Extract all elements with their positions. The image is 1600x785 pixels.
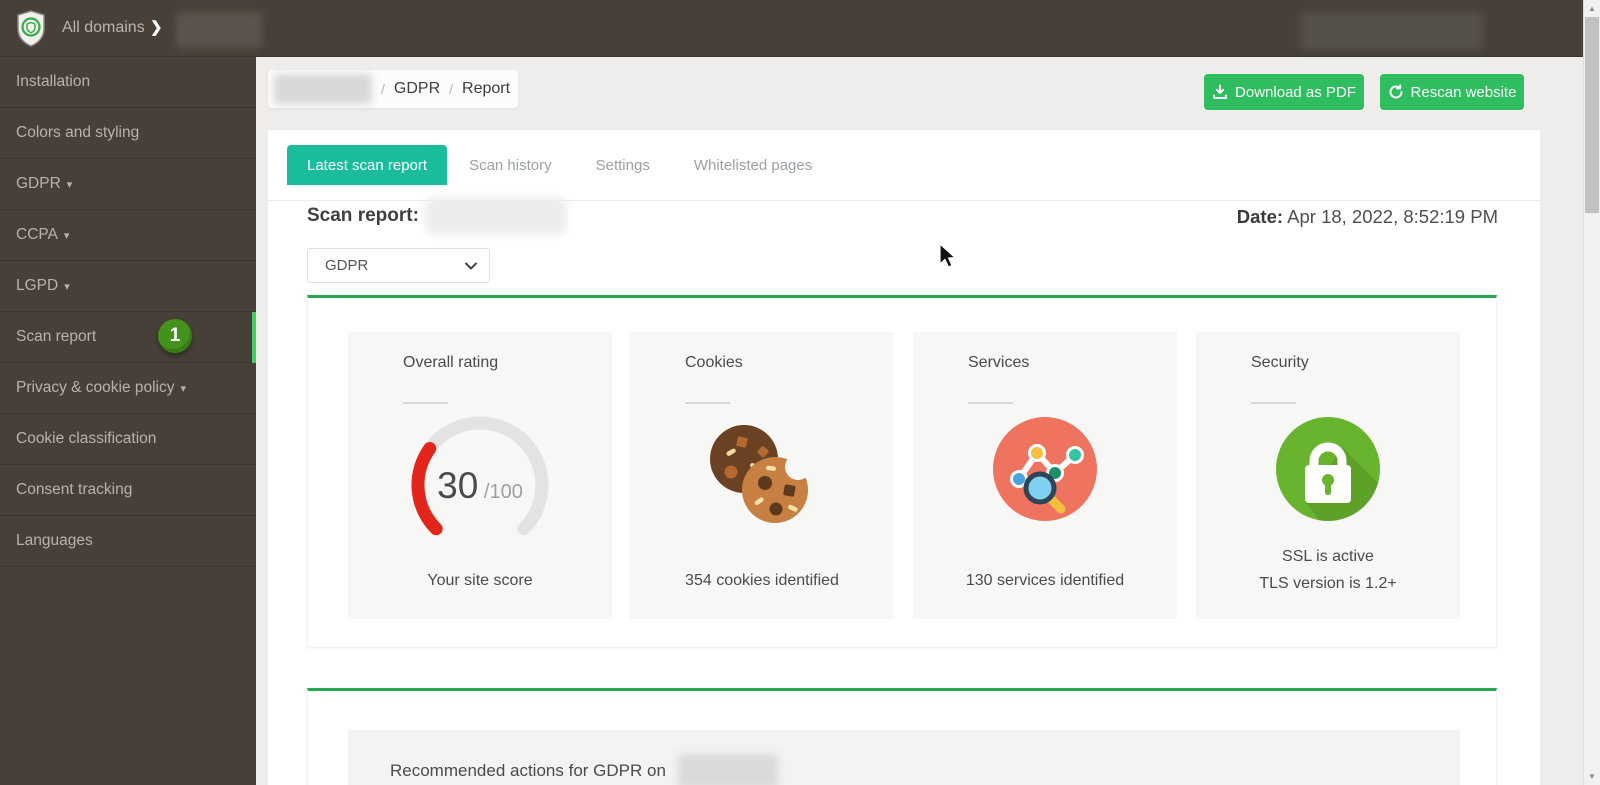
chevron-down-icon xyxy=(465,262,477,270)
breadcrumb-gdpr[interactable]: GDPR xyxy=(394,80,440,98)
annotation-badge-1: 1 xyxy=(158,319,192,353)
tab-settings[interactable]: Settings xyxy=(574,145,672,185)
app-screen: All domains ❯ Installation Colors and st… xyxy=(0,0,1600,785)
score-max: /100 xyxy=(478,481,522,503)
tab-bar: Latest scan report Scan history Settings… xyxy=(287,145,1540,185)
refresh-icon xyxy=(1389,84,1403,99)
redacted-account-menu[interactable] xyxy=(1300,12,1483,50)
card-title: Services xyxy=(968,354,1030,371)
svg-text:30 /100: 30 /100 xyxy=(437,465,523,506)
breadcrumb-separator: / xyxy=(381,81,385,97)
scroll-up-arrow-icon[interactable]: ▲ xyxy=(1584,0,1600,17)
divider xyxy=(1251,402,1296,404)
score-gauge: 30 /100 xyxy=(411,416,549,536)
all-domains-link[interactable]: All domains xyxy=(62,19,145,37)
card-title: Security xyxy=(1251,354,1309,371)
recommended-actions-title: Recommended actions for GDPR on xyxy=(390,754,778,785)
scrollbar-thumb[interactable] xyxy=(1585,17,1599,213)
breadcrumb-separator: / xyxy=(449,81,454,97)
services-icon xyxy=(993,417,1097,521)
caret-down-icon: ▾ xyxy=(180,382,187,395)
download-pdf-button[interactable]: Download as PDF xyxy=(1204,74,1364,110)
sidebar-item-installation[interactable]: Installation xyxy=(0,57,256,108)
sidebar-item-privacy-cookie-policy[interactable]: Privacy & cookie policy ▾ xyxy=(0,363,256,414)
page-title: Scan report: xyxy=(307,205,419,226)
sidebar-item-gdpr[interactable]: GDPR ▾ xyxy=(0,159,256,210)
caret-down-icon: ▾ xyxy=(66,178,73,191)
redacted-domain-name xyxy=(677,754,778,785)
date-label: Date: xyxy=(1236,206,1284,227)
security-card: Security SSL is active TLS version is 1.… xyxy=(1196,332,1460,619)
scan-date: Date: Apr 18, 2022, 8:52:19 PM xyxy=(1236,206,1498,227)
redacted-site-name xyxy=(426,198,566,234)
card-title: Overall rating xyxy=(403,354,499,371)
overall-rating-card: Overall rating 30 /100 Your site score xyxy=(348,332,612,619)
shield-logo-icon xyxy=(17,10,45,47)
sidebar: Installation Colors and styling GDPR ▾ CC… xyxy=(0,57,256,785)
sidebar-item-consent-tracking[interactable]: Consent tracking xyxy=(0,465,256,516)
chevron-right-icon: ❯ xyxy=(150,19,163,36)
card-caption: 130 services identified xyxy=(965,572,1125,589)
divider xyxy=(685,402,730,404)
sidebar-item-colors-and-styling[interactable]: Colors and styling xyxy=(0,108,256,159)
score-value: 30 xyxy=(437,465,478,506)
report-container: Latest scan report Scan history Settings… xyxy=(268,130,1540,785)
sidebar-item-scan-report[interactable]: Scan report 1 xyxy=(0,312,256,363)
sidebar-item-languages[interactable]: Languages xyxy=(0,516,256,567)
redacted-breadcrumb-domain xyxy=(274,74,372,104)
download-icon xyxy=(1213,84,1228,99)
breadcrumb-report[interactable]: Report xyxy=(462,80,510,98)
topbar: All domains ❯ xyxy=(0,0,1583,57)
browser-scrollbar[interactable]: ▲ ▼ xyxy=(1583,0,1600,785)
tab-latest-scan-report[interactable]: Latest scan report xyxy=(287,145,448,185)
cookies-card: Cookies 354 cookies identified xyxy=(630,332,894,619)
card-caption: 354 cookies identified xyxy=(685,572,839,589)
card-caption: Your site score xyxy=(427,572,533,589)
divider xyxy=(403,402,448,404)
caret-down-icon: ▾ xyxy=(64,280,70,293)
ssl-lock-icon xyxy=(1276,417,1380,521)
rescan-website-button[interactable]: Rescan website xyxy=(1380,74,1524,110)
scan-summary-panel: Overall rating 30 /100 Your site score C… xyxy=(307,295,1497,648)
divider xyxy=(968,402,1013,404)
law-select[interactable]: GDPR xyxy=(307,248,490,283)
mouse-cursor xyxy=(939,243,957,268)
caret-down-icon: ▾ xyxy=(63,229,70,242)
sidebar-item-ccpa[interactable]: CCPA ▾ xyxy=(0,210,256,261)
recommended-actions-panel: Recommended actions for GDPR on xyxy=(307,688,1497,785)
tab-whitelisted-pages[interactable]: Whitelisted pages xyxy=(672,145,834,185)
scroll-down-arrow-icon[interactable]: ▼ xyxy=(1584,768,1600,785)
redacted-domain-name xyxy=(176,12,262,48)
tab-scan-history[interactable]: Scan history xyxy=(447,145,574,185)
main-content: / GDPR / Report Download as PDF Rescan w… xyxy=(256,57,1583,785)
sidebar-item-lgpd[interactable]: LGPD ▾ xyxy=(0,261,256,312)
cookies-icon xyxy=(710,425,811,523)
breadcrumb: / GDPR / Report xyxy=(268,70,518,108)
active-item-indicator xyxy=(252,312,256,363)
services-card: Services 130 services identified xyxy=(913,332,1177,619)
tls-status: TLS version is 1.2+ xyxy=(1259,575,1397,592)
ssl-status: SSL is active xyxy=(1282,548,1374,565)
card-title: Cookies xyxy=(685,354,743,371)
recommended-actions-header: Recommended actions for GDPR on xyxy=(348,730,1460,785)
sidebar-item-cookie-classification[interactable]: Cookie classification xyxy=(0,414,256,465)
